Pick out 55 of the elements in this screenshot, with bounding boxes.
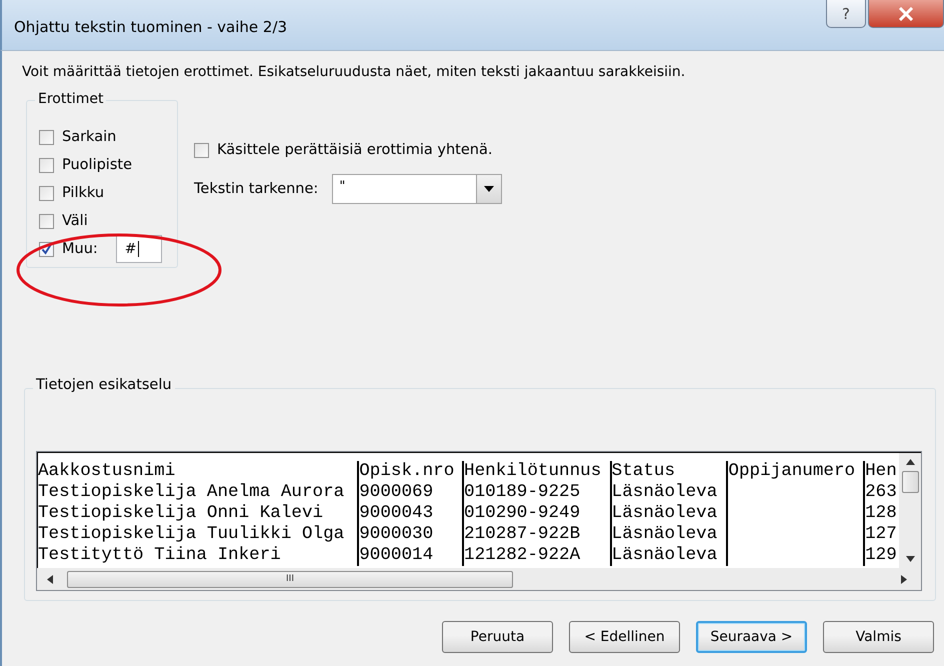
table-cell: Status: [610, 461, 726, 482]
scroll-thumb[interactable]: III: [67, 570, 513, 588]
up-arrow-icon[interactable]: [906, 459, 914, 465]
checkbox[interactable]: [39, 130, 54, 144]
table-cell: 9000030: [357, 524, 462, 545]
left-arrow-icon[interactable]: [47, 574, 53, 584]
help-button[interactable]: ?: [826, 0, 866, 28]
table-cell: 9000014: [357, 545, 462, 566]
horizontal-scrollbar[interactable]: III: [37, 568, 921, 590]
table-cell: Läsnäoleva: [610, 503, 726, 524]
table-cell: 010189-9225: [462, 482, 610, 503]
dropdown-button[interactable]: [476, 175, 502, 203]
checkbox-label: Pilkku: [62, 185, 104, 201]
dialog-button[interactable]: Seuraava >: [696, 621, 807, 653]
close-button[interactable]: [868, 0, 944, 28]
table-cell: 010290-9249: [462, 503, 610, 524]
checkbox[interactable]: [39, 186, 54, 200]
right-arrow-icon[interactable]: [901, 574, 907, 584]
checkbox-label: Sarkain: [62, 129, 116, 145]
table-cell: Henkilötunnus: [462, 461, 610, 482]
table-cell-text: Testiopiskelija Anelma Aurora: [38, 482, 346, 503]
table-cell: Oppijanumero: [726, 461, 864, 482]
instruction-text: Voit määrittää tietojen erottimet. Esikatseluruudusta näet, miten teksti jakaantuu sarakkeisiin.: [22, 64, 686, 80]
table-cell: 9000069: [357, 482, 462, 503]
vertical-scrollbar[interactable]: [899, 453, 921, 568]
checkbox[interactable]: [39, 158, 54, 172]
input-field[interactable]: #: [116, 235, 162, 263]
table-cell: 121282-922A: [462, 545, 610, 566]
checkbox-label: Käsittele perättäisiä erottimia yhtenä.: [217, 142, 492, 158]
checkbox-label: Muu:: [62, 241, 98, 257]
table-cell: Läsnäoleva: [610, 482, 726, 503]
down-arrow-icon[interactable]: [906, 556, 914, 562]
table-cell: Opisk.nro: [357, 461, 462, 482]
group-label: Tietojen esikatselu: [33, 377, 175, 393]
checkbox-label: Puolipiste: [62, 157, 132, 173]
dialog-button[interactable]: Valmis: [823, 621, 934, 653]
dialog-button[interactable]: Peruuta: [442, 621, 553, 653]
table-cell: Läsnäoleva: [610, 524, 726, 545]
dialog-button[interactable]: < Edellinen: [569, 621, 680, 653]
field-label: Tekstin tarkenne:: [194, 181, 318, 197]
table-cell: Läsnäoleva: [610, 545, 726, 566]
close-icon: [898, 6, 914, 20]
checkbox[interactable]: [39, 214, 54, 228]
window-title: Ohjattu tekstin tuominen - vaihe 2/3: [14, 18, 288, 36]
table-cell: 9000043: [357, 503, 462, 524]
table-cell: 210287-922B: [462, 524, 610, 545]
checkbox-label: Väli: [62, 213, 88, 229]
checkbox[interactable]: [194, 142, 209, 158]
scroll-thumb[interactable]: [902, 471, 918, 493]
qualifier-dropdown[interactable]: ": [332, 174, 502, 204]
table-cell-text: Aakkostusnimi: [38, 461, 176, 482]
caret-icon: [484, 186, 494, 192]
table-cell-text: Testiopiskelija Tuulikki Olga: [38, 524, 346, 545]
table-cell-text: Testityttö Tiina Inkeri: [38, 545, 282, 566]
table-cell-text: Testiopiskelija Onni Kalevi: [38, 503, 324, 524]
